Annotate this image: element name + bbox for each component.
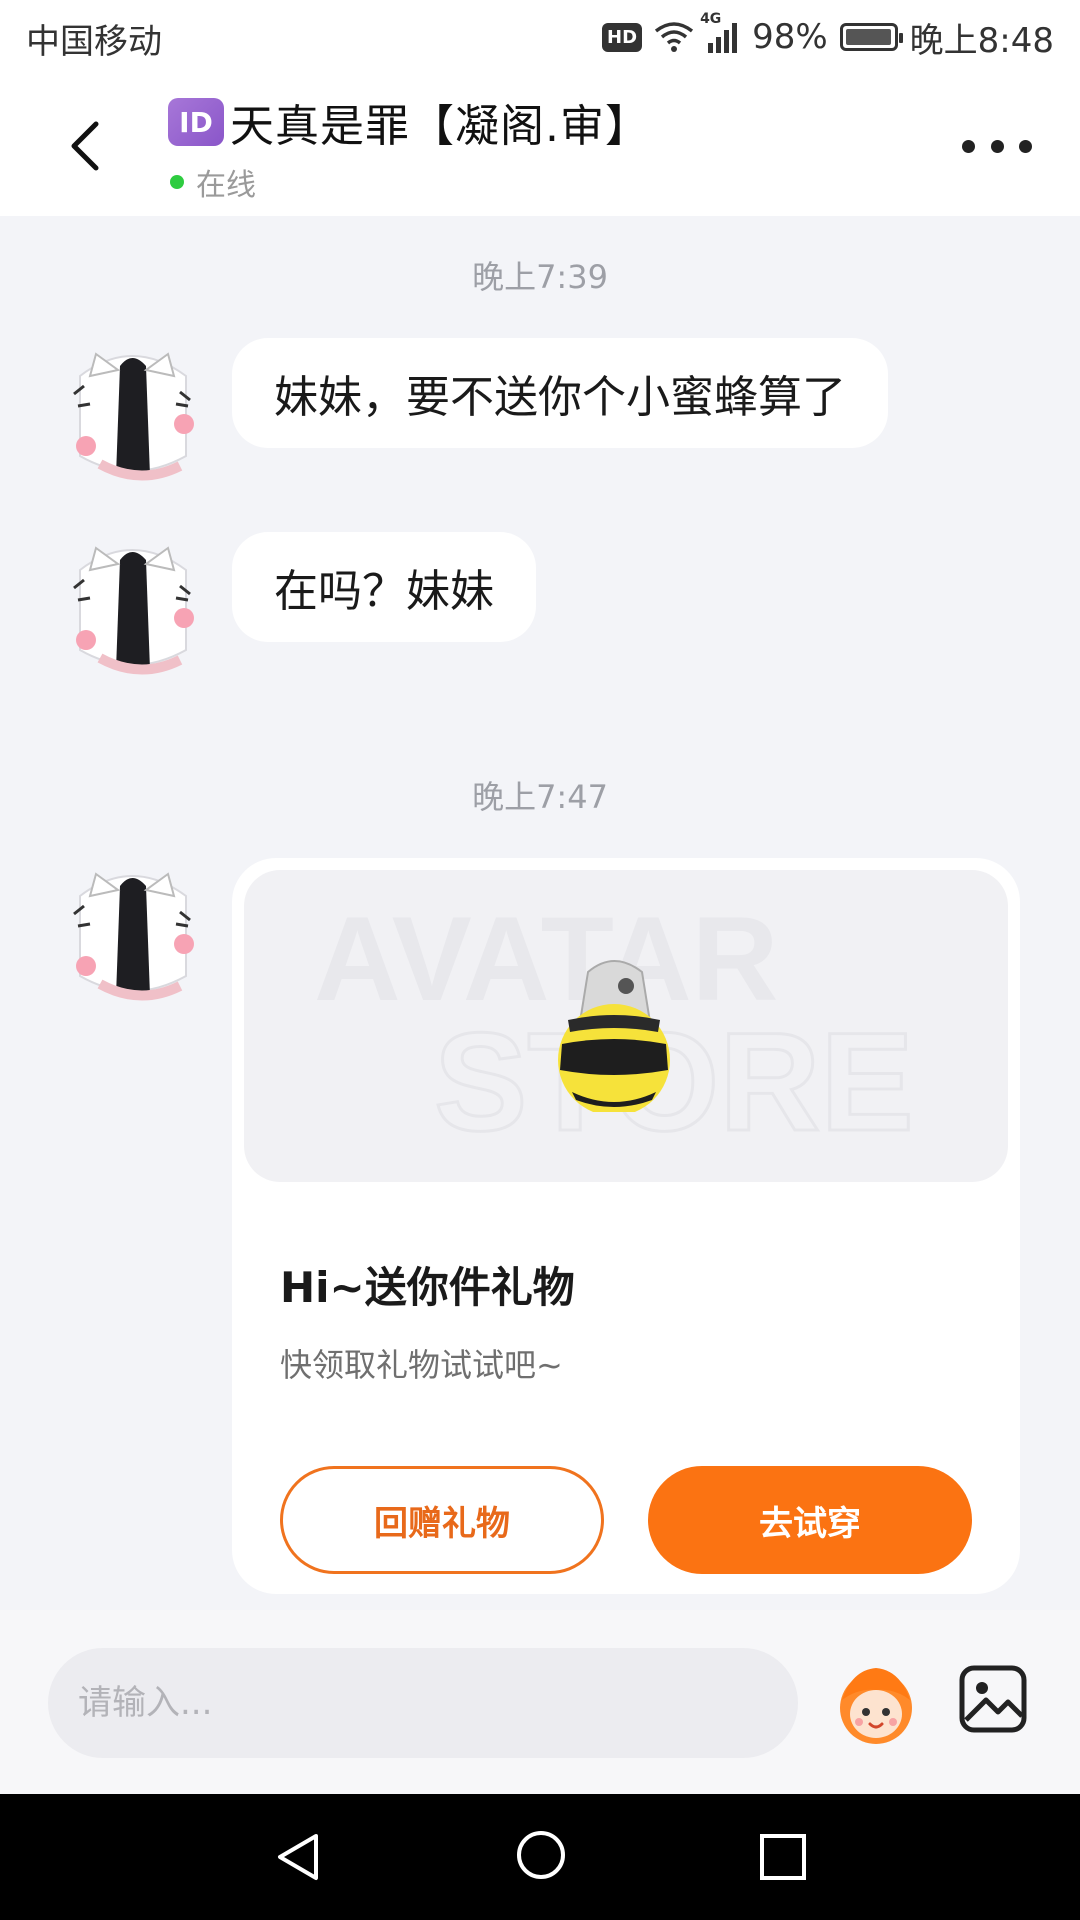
bee-costume-icon xyxy=(558,960,670,1112)
message-input[interactable] xyxy=(48,1648,798,1758)
nav-recents-icon[interactable] xyxy=(756,1830,810,1884)
more-dot-icon xyxy=(990,139,1004,153)
input-bar xyxy=(0,1610,1080,1794)
more-options-button[interactable] xyxy=(962,124,1032,168)
status-bar: 中国移动 HD 4G 98% 晚上8:48 xyxy=(0,0,1080,76)
image-icon[interactable] xyxy=(958,1664,1028,1734)
status-icons: HD 4G 98% 晚上8:48 xyxy=(602,11,1054,62)
message-bubble[interactable]: 在吗？妹妹 xyxy=(232,532,536,642)
chat-header: ID 天真是罪【凝阁.审】 在线 xyxy=(0,76,1080,216)
gift-card[interactable]: AVATAR STORE Hi~送你件礼物 快领取礼物试试吧~ 回赠礼物 去试穿 xyxy=(232,858,1020,1594)
emoji-mascot-icon[interactable] xyxy=(832,1660,920,1748)
gift-title: Hi~送你件礼物 xyxy=(280,1263,575,1312)
contact-info[interactable]: ID 天真是罪【凝阁.审】 在线 xyxy=(168,90,650,204)
hd-icon: HD xyxy=(602,22,643,52)
timestamp: 晚上7:39 xyxy=(472,258,608,296)
clock: 晚上8:48 xyxy=(909,20,1054,61)
online-status: 在线 xyxy=(196,168,256,203)
system-nav-bar xyxy=(0,1794,1080,1920)
timestamp: 晚上7:47 xyxy=(472,778,608,816)
nav-back-icon[interactable] xyxy=(272,1830,326,1884)
sender-avatar[interactable] xyxy=(60,856,206,1010)
nav-home-icon[interactable] xyxy=(514,1828,568,1882)
more-dot-icon xyxy=(962,139,975,153)
try-on-button[interactable]: 去试穿 xyxy=(648,1466,972,1574)
carrier-label: 中国移动 xyxy=(26,22,162,62)
back-button[interactable] xyxy=(50,106,120,186)
id-badge-icon: ID xyxy=(168,98,224,146)
chat-area[interactable]: 晚上7:39 妹妹，要不送你个小蜜蜂算了 在吗？妹妹 晚上7:47 AVATAR… xyxy=(0,216,1080,1610)
gift-subtitle: 快领取礼物试试吧~ xyxy=(280,1346,563,1384)
battery-icon xyxy=(839,23,903,51)
message-text: 在吗？妹妹 xyxy=(274,566,494,617)
sender-avatar[interactable] xyxy=(60,530,206,684)
return-gift-button[interactable]: 回赠礼物 xyxy=(280,1466,604,1574)
gift-preview-image: AVATAR STORE xyxy=(244,870,1008,1182)
message-text: 妹妹，要不送你个小蜜蜂算了 xyxy=(274,372,846,423)
contact-name: 天真是罪【凝阁.审】 xyxy=(230,101,650,152)
chevron-left-icon xyxy=(71,121,99,171)
signal-icon: 4G xyxy=(700,11,740,55)
wifi-icon xyxy=(654,22,694,52)
more-dot-icon xyxy=(1019,139,1032,153)
online-dot-icon xyxy=(170,175,184,189)
sender-avatar[interactable] xyxy=(60,336,206,490)
message-bubble[interactable]: 妹妹，要不送你个小蜜蜂算了 xyxy=(232,338,888,448)
battery-percent: 98% xyxy=(752,17,828,57)
